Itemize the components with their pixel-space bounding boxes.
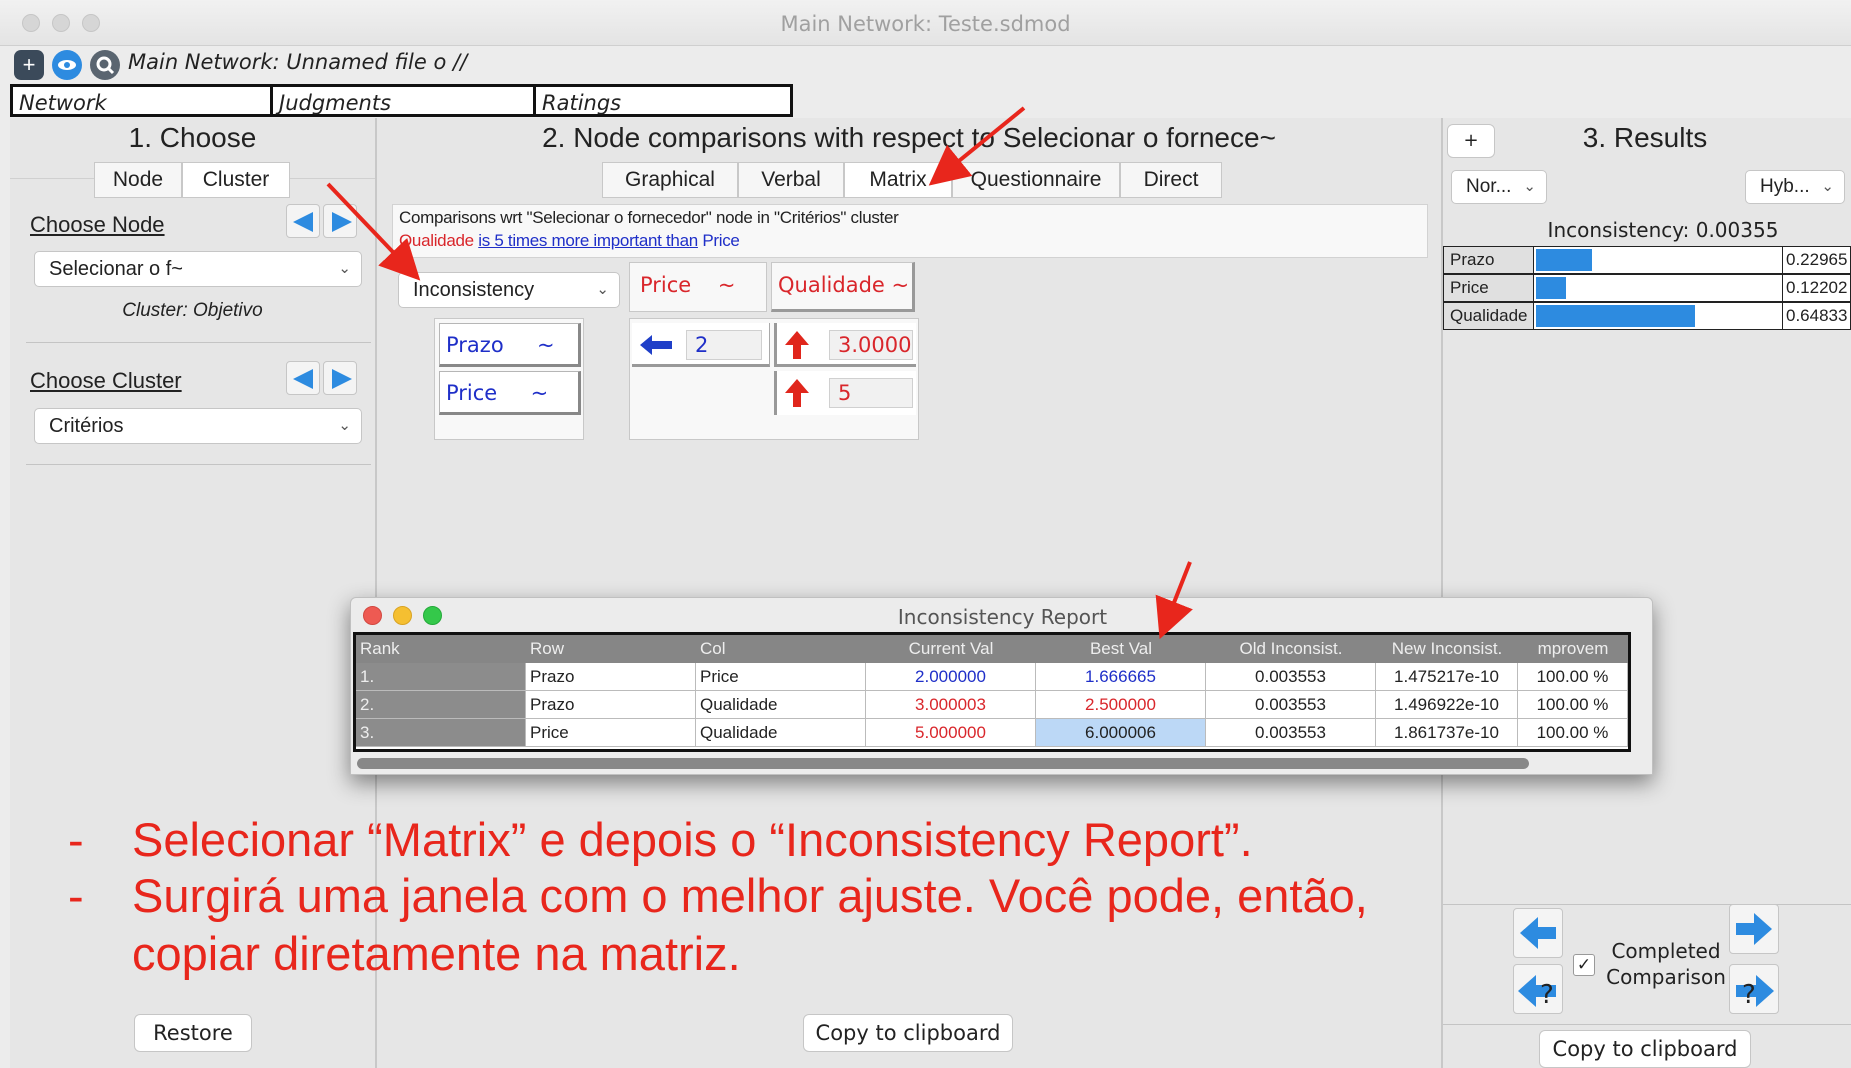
note-line-2: Surgirá uma janela com o melhor ajuste. … — [132, 869, 1368, 922]
note-dash-1: - — [68, 813, 84, 866]
note-line-1: Selecionar “Matrix” e depois o “Inconsis… — [132, 813, 1253, 866]
arrow-to-best-val — [1155, 561, 1193, 640]
note-dash-2: - — [68, 869, 84, 922]
note-line-3: copiar diretamente na matriz. — [132, 927, 741, 980]
arrow-to-inconsistency-select — [326, 182, 421, 281]
arrow-to-matrix-tab — [928, 106, 1026, 186]
